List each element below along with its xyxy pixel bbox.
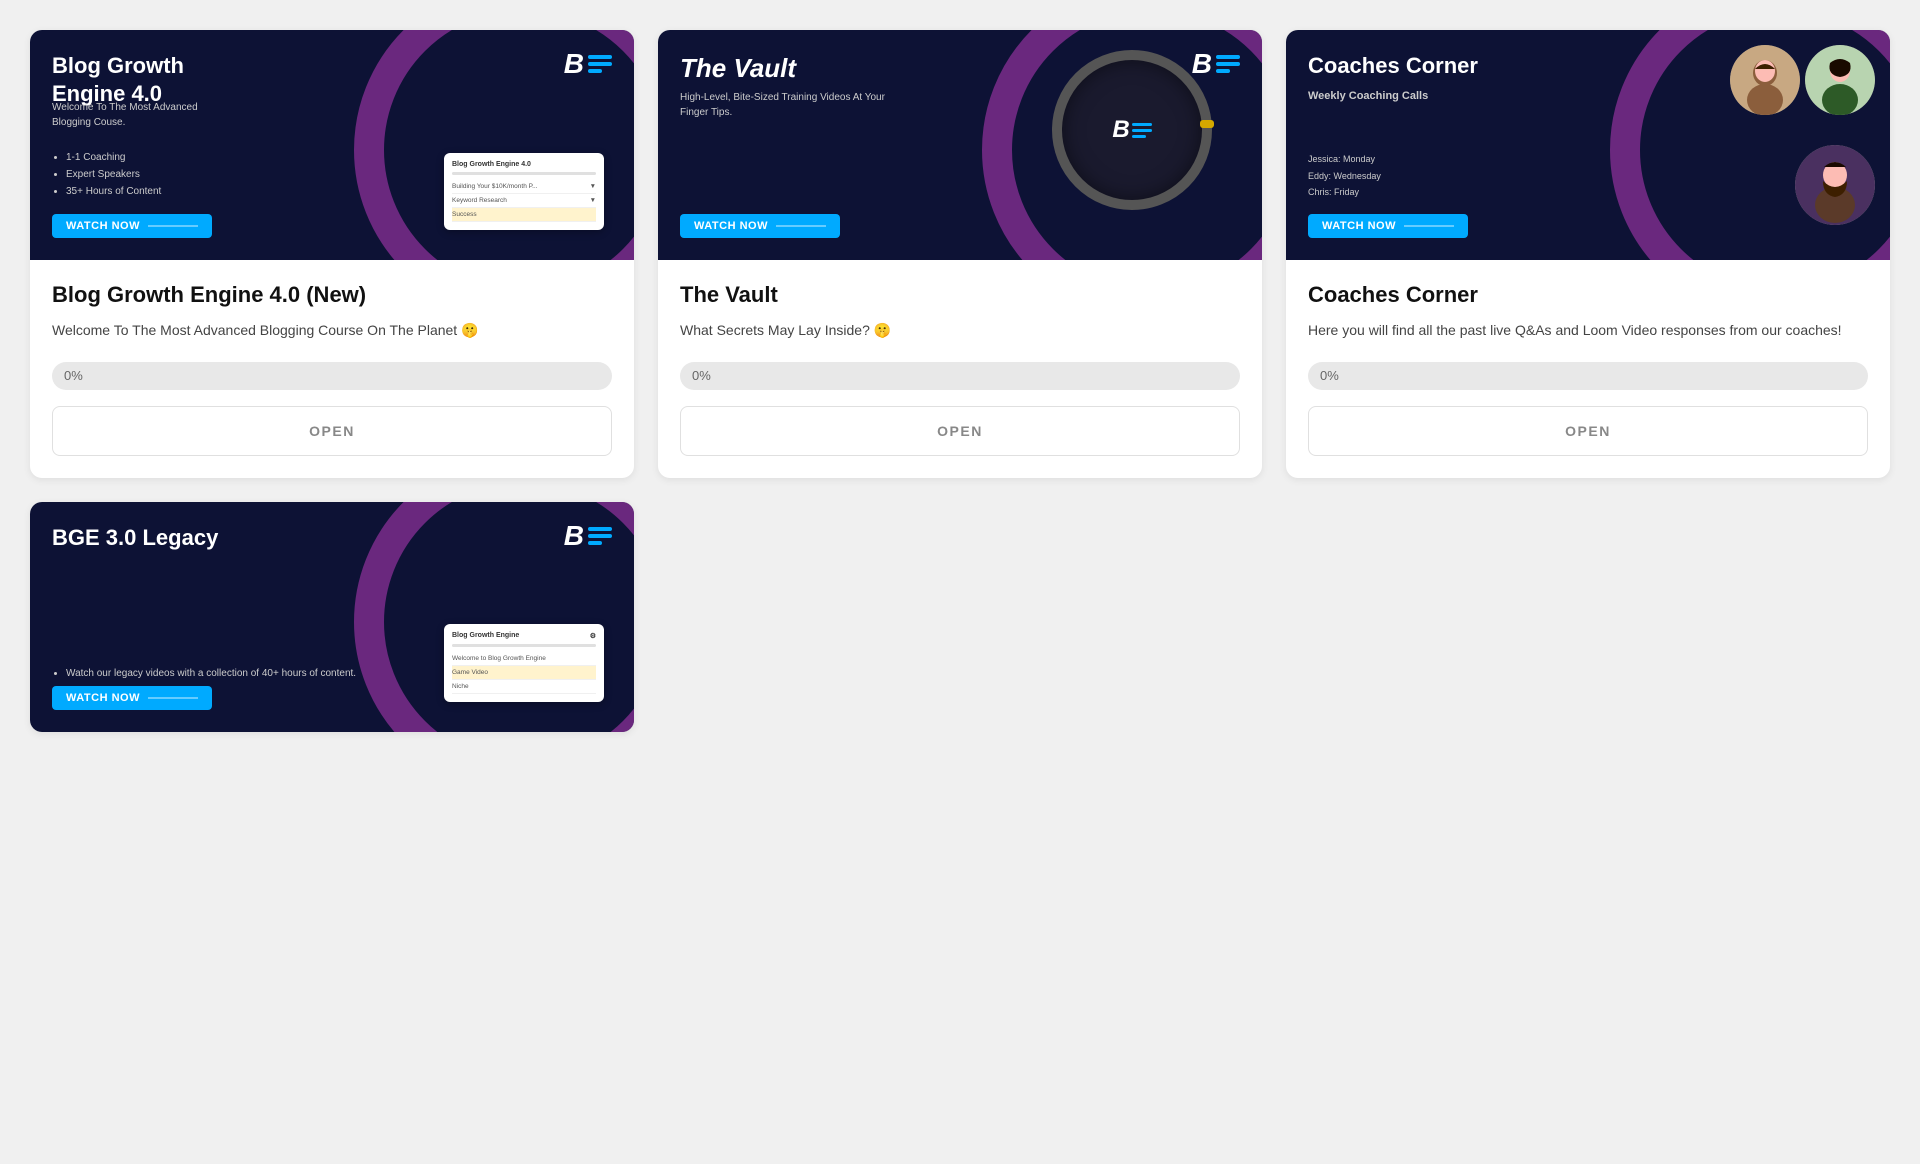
- coaches-progress-container: 0%: [1308, 362, 1868, 390]
- bge3-mockup-row-1: Welcome to Blog Growth Engine: [452, 652, 596, 666]
- bge4-banner-subtitle: Welcome To The Most Advanced Blogging Co…: [52, 100, 232, 130]
- card-bge4: Blog Growth Engine 4.0 B Welcome To The …: [30, 30, 634, 478]
- bge3-mockup-row-2: Game Video: [452, 666, 596, 680]
- vault-card-title: The Vault: [680, 282, 1240, 308]
- vault-logo-line-1: [1216, 55, 1240, 59]
- bge4-banner-bullets: 1-1 Coaching Expert Speakers 35+ Hours o…: [52, 149, 161, 200]
- coach-avatar-1: [1730, 45, 1800, 115]
- coaches-progress-label: 0%: [1320, 368, 1339, 383]
- bge3-mockup: Blog Growth Engine ⚙ Welcome to Blog Gro…: [444, 624, 604, 702]
- logo-line-2: [588, 62, 612, 66]
- bge3-mockup-bar: [452, 644, 596, 647]
- logo-line-3: [588, 69, 602, 73]
- vault-logo-line-2: [1216, 62, 1240, 66]
- vault-card-body: The Vault What Secrets May Lay Inside? 🤫: [658, 260, 1262, 342]
- mockup-row-1: Building Your $10K/month P...▼: [452, 180, 596, 194]
- coaches-progress-bar: 0%: [1308, 362, 1868, 390]
- coach-avatar-1-svg: [1730, 45, 1800, 115]
- coach-jessica: Jessica: Monday: [1308, 151, 1381, 167]
- vault-progress-bar: 0%: [680, 362, 1240, 390]
- bge3-logo-line-2: [588, 534, 612, 538]
- vault-handle: [1200, 120, 1214, 128]
- vault-logo-lines: [1216, 55, 1240, 73]
- bge3-mockup-header: Blog Growth Engine ⚙: [452, 632, 596, 640]
- vault-inner-line-1: [1132, 123, 1152, 126]
- bge3-logo: B: [564, 520, 612, 552]
- vault-card-desc: What Secrets May Lay Inside? 🤫: [680, 320, 1240, 342]
- bge4-card-desc: Welcome To The Most Advanced Blogging Co…: [52, 320, 612, 342]
- bge4-watch-button[interactable]: WATCH NOW: [52, 214, 212, 238]
- card-bge3: BGE 3.0 Legacy B Watch our legacy videos…: [30, 502, 634, 732]
- card-vault: The Vault B High-Level, Bite-Sized Train…: [658, 30, 1262, 478]
- bge3-mockup-gear: ⚙: [590, 632, 596, 640]
- coaches-card-body: Coaches Corner Here you will find all th…: [1286, 260, 1890, 342]
- coaches-banner-title: Coaches Corner: [1308, 52, 1478, 80]
- vault-inner-line-3: [1132, 135, 1146, 138]
- bge4-logo: B: [564, 48, 612, 80]
- coaches-open-button[interactable]: OPEN: [1308, 406, 1868, 456]
- bge3-banner-title: BGE 3.0 Legacy: [52, 524, 218, 552]
- bge3-logo-line-1: [588, 527, 612, 531]
- coaches-watch-button[interactable]: WATCH NOW: [1308, 214, 1468, 238]
- mockup-progress-bar: [452, 172, 596, 175]
- coaches-weekly-label: Weekly Coaching Calls: [1308, 90, 1428, 102]
- bullet-3: 35+ Hours of Content: [66, 183, 161, 200]
- bge4-progress-container: 0%: [52, 362, 612, 390]
- vault-door: B: [1052, 50, 1212, 210]
- coach-eddy: Eddy: Wednesday: [1308, 168, 1381, 184]
- bge4-progress-label: 0%: [64, 368, 83, 383]
- mockup-row-3: Success: [452, 208, 596, 222]
- bge3-watch-button[interactable]: WATCH NOW: [52, 686, 212, 710]
- coaches-info: Jessica: Monday Eddy: Wednesday Chris: F…: [1308, 151, 1381, 200]
- bge4-card-body: Blog Growth Engine 4.0 (New) Welcome To …: [30, 260, 634, 342]
- coach-avatar-2-svg: [1805, 45, 1875, 115]
- vault-inner-lines: [1132, 123, 1152, 138]
- bge3-logo-b: B: [564, 520, 584, 552]
- bge4-card-title: Blog Growth Engine 4.0 (New): [52, 282, 612, 308]
- card-bge3-banner: BGE 3.0 Legacy B Watch our legacy videos…: [30, 502, 634, 732]
- vault-open-button[interactable]: OPEN: [680, 406, 1240, 456]
- vault-inner-line-2: [1132, 129, 1152, 132]
- bge4-mockup: Blog Growth Engine 4.0 Building Your $10…: [444, 153, 604, 230]
- card-bge4-banner: Blog Growth Engine 4.0 B Welcome To The …: [30, 30, 634, 260]
- bge3-mockup-row-3: Niche: [452, 680, 596, 694]
- vault-logo-line-3: [1216, 69, 1230, 73]
- bge4-banner-title: Blog Growth Engine 4.0: [52, 52, 252, 107]
- coach-avatar-3: [1795, 145, 1875, 225]
- bullet-1: 1-1 Coaching: [66, 149, 161, 166]
- bullet-2: Expert Speakers: [66, 166, 161, 183]
- bge3-mockup-title: Blog Growth Engine: [452, 632, 519, 640]
- vault-logo: B: [1192, 48, 1240, 80]
- bottom-card-grid: BGE 3.0 Legacy B Watch our legacy videos…: [30, 502, 1890, 732]
- main-card-grid: Blog Growth Engine 4.0 B Welcome To The …: [30, 30, 1890, 478]
- vault-progress-label: 0%: [692, 368, 711, 383]
- coach-avatar-2: [1805, 45, 1875, 115]
- vault-logo-b: B: [1192, 48, 1212, 80]
- vault-progress-container: 0%: [680, 362, 1240, 390]
- vault-inner-b: B: [1112, 116, 1129, 144]
- mockup-header: Blog Growth Engine 4.0: [452, 161, 596, 168]
- vault-banner-subtitle: High-Level, Bite-Sized Training Videos A…: [680, 90, 900, 120]
- coaches-card-desc: Here you will find all the past live Q&A…: [1308, 320, 1868, 342]
- bge3-logo-lines: [588, 527, 612, 545]
- vault-watch-button[interactable]: WATCH NOW: [680, 214, 840, 238]
- bge4-open-button[interactable]: OPEN: [52, 406, 612, 456]
- bge3-logo-line-3: [588, 541, 602, 545]
- coach-chris: Chris: Friday: [1308, 184, 1381, 200]
- bge3-banner-bullets: Watch our legacy videos with a collectio…: [52, 665, 356, 682]
- vault-logo-inner: B: [1112, 116, 1151, 144]
- bge4-logo-lines: [588, 55, 612, 73]
- coach-avatar-3-svg: [1795, 145, 1875, 225]
- card-coaches-banner: Coaches Corner Weekly Coaching Calls Jes…: [1286, 30, 1890, 260]
- bge4-logo-b: B: [564, 48, 584, 80]
- bge4-progress-bar: 0%: [52, 362, 612, 390]
- bge3-bullet-1: Watch our legacy videos with a collectio…: [66, 665, 356, 682]
- mockup-row-2: Keyword Research▼: [452, 194, 596, 208]
- card-vault-banner: The Vault B High-Level, Bite-Sized Train…: [658, 30, 1262, 260]
- card-coaches: Coaches Corner Weekly Coaching Calls Jes…: [1286, 30, 1890, 478]
- vault-banner-title: The Vault: [680, 52, 796, 85]
- logo-line-1: [588, 55, 612, 59]
- coaches-card-title: Coaches Corner: [1308, 282, 1868, 308]
